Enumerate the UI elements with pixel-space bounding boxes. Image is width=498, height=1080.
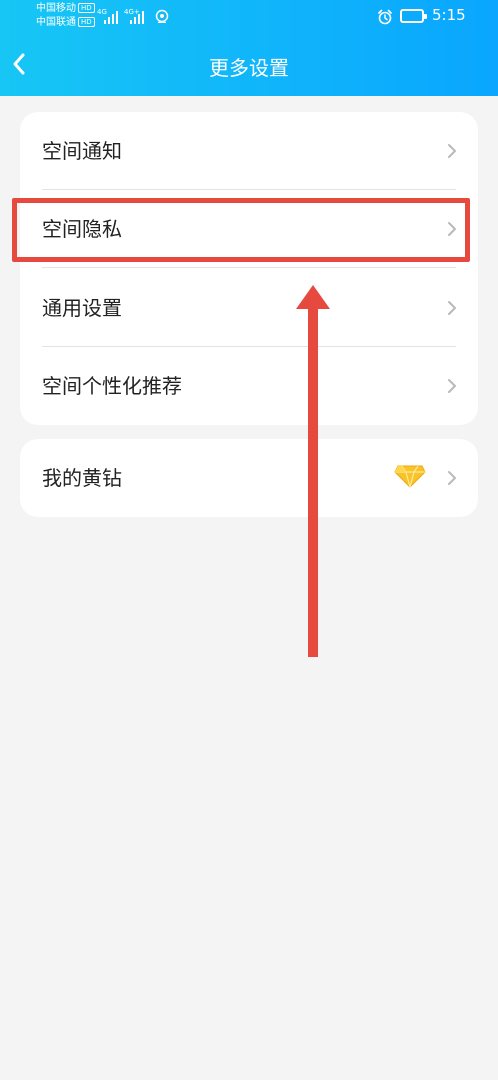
- hd-badge-1: HD: [78, 3, 95, 13]
- wifi-icon: [155, 9, 169, 23]
- clock: 5:15: [432, 6, 466, 24]
- arrow-up-icon: [296, 285, 330, 657]
- page-title: 更多设置: [209, 56, 289, 80]
- settings-item-personalized-recommendation[interactable]: 空间个性化推荐: [20, 347, 478, 425]
- settings-item-yellow-diamond[interactable]: 我的黄钻: [20, 439, 478, 517]
- settings-item-label: 我的黄钻: [42, 466, 122, 490]
- carrier-name-2: 中国联通 HD: [36, 17, 95, 29]
- divider: [42, 267, 456, 268]
- chevron-right-icon: [448, 379, 456, 393]
- chevron-right-icon: [448, 471, 456, 485]
- settings-item-space-notification[interactable]: 空间通知: [20, 112, 478, 190]
- yellow-diamond-icon: [394, 465, 426, 489]
- battery-icon: [400, 9, 427, 23]
- carrier-name-1: 中国移动 HD: [36, 3, 95, 15]
- membership-card: 我的黄钻: [20, 439, 478, 517]
- signal-icon-2: [130, 10, 144, 24]
- app-header: 中国移动 HD 中国联通 HD 4G 4G+ 5:15 更多设置: [0, 0, 498, 96]
- settings-item-general-settings[interactable]: 通用设置: [20, 269, 478, 347]
- signal-icon: [104, 10, 118, 24]
- settings-card: 空间通知 空间隐私 通用设置 空间个性化推荐: [20, 112, 478, 425]
- chevron-right-icon: [448, 144, 456, 158]
- carrier-2-label: 中国联通: [36, 17, 76, 28]
- alarm-icon: [378, 9, 392, 25]
- hd-badge-2: HD: [78, 17, 95, 27]
- settings-item-label: 通用设置: [42, 296, 122, 320]
- highlight-box: [12, 198, 470, 262]
- chevron-right-icon: [448, 301, 456, 315]
- settings-item-label: 空间通知: [42, 139, 122, 163]
- settings-item-label: 空间个性化推荐: [42, 374, 182, 398]
- status-bar: 中国移动 HD 中国联通 HD 4G 4G+ 5:15: [0, 0, 498, 34]
- carrier-1-label: 中国移动: [36, 3, 76, 14]
